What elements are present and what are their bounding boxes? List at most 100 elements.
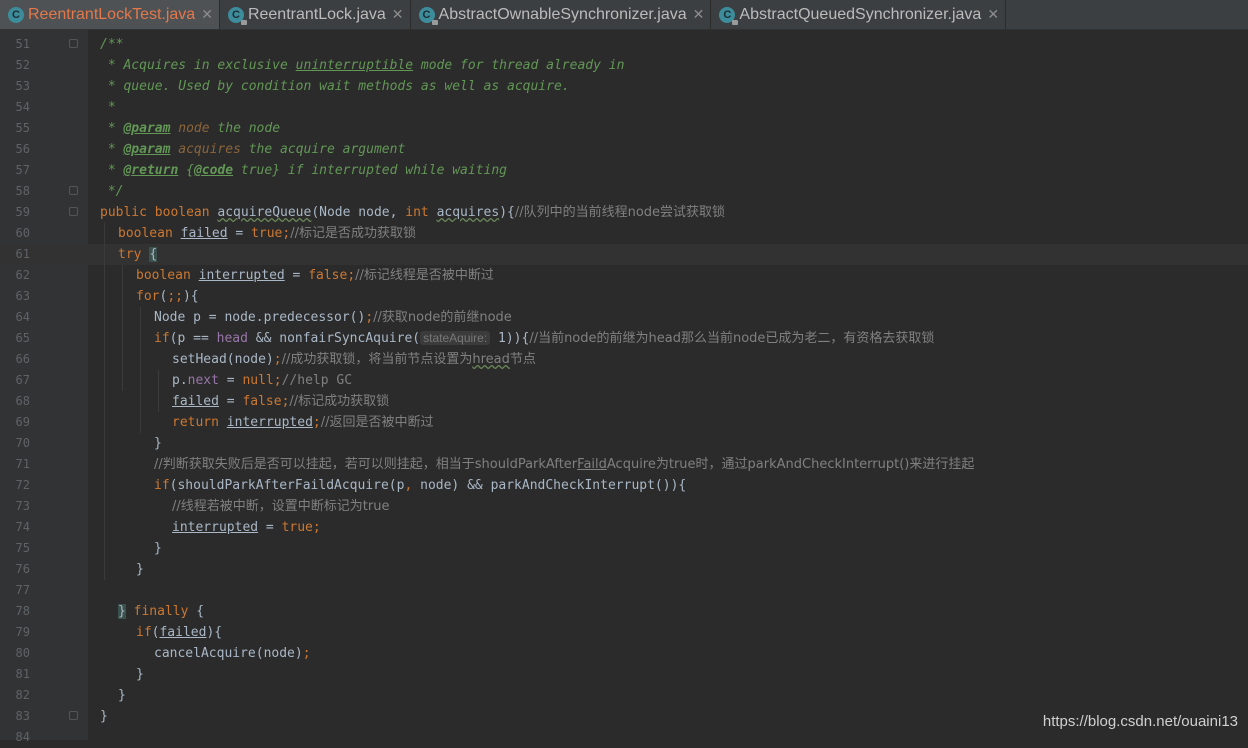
- editor-tab-bar: C ReentrantLockTest.java ✕ C ReentrantLock.j…: [0, 0, 1248, 30]
- tab-1[interactable]: C ReentrantLock.java ✕: [220, 0, 411, 29]
- code-token: //线程若被中断，设置中断标记为true: [172, 499, 390, 514]
- tab-0[interactable]: C ReentrantLockTest.java ✕: [0, 0, 220, 29]
- code-token: {: [149, 247, 158, 262]
- line-number: 75: [15, 541, 30, 555]
- line-number: 67: [15, 373, 30, 387]
- class-icon: C: [227, 6, 247, 25]
- code-line[interactable]: 63 for(;;){: [0, 286, 1248, 307]
- code-token: return: [172, 415, 227, 430]
- code-text: * @return {@code true} if interrupted wh…: [100, 160, 507, 181]
- code-token: (Node node,: [311, 205, 406, 220]
- code-line[interactable]: 59 public boolean acquireQueue(Node node,…: [0, 202, 1248, 223]
- code-line[interactable]: 64 Node p = node.predecessor();//获取node的前…: [0, 307, 1248, 328]
- close-icon[interactable]: ✕: [392, 6, 404, 23]
- code-text: try {: [118, 244, 158, 265]
- code-text: boolean interrupted = false;//标记线程是否被中断过: [136, 265, 494, 286]
- code-line[interactable]: 52 * Acquires in exclusive uninterruptib…: [0, 55, 1248, 76]
- code-line[interactable]: 75}: [0, 538, 1248, 559]
- line-number: 66: [15, 352, 30, 366]
- code-text: //判断获取失败后是否可以挂起，若可以则挂起，相当于shouldParkAfte…: [154, 454, 974, 475]
- code-token: true} if interrupted while waiting: [233, 163, 508, 178]
- close-icon[interactable]: ✕: [987, 6, 999, 23]
- code-token: uninterruptible: [295, 58, 414, 73]
- code-token: (p ==: [169, 331, 217, 346]
- code-line[interactable]: 84: [0, 727, 1248, 748]
- lock-icon: [732, 19, 739, 25]
- code-token: //help GC: [281, 373, 353, 388]
- code-line[interactable]: 51 /**: [0, 34, 1248, 55]
- code-line[interactable]: 80 cancelAcquire(node);: [0, 643, 1248, 664]
- line-number: 71: [15, 457, 30, 471]
- code-token: @return: [123, 163, 179, 178]
- line-number: 57: [15, 163, 30, 177]
- code-line[interactable]: 65 if(p == head && nonfairSyncAquire(stat…: [0, 328, 1248, 349]
- code-token: p.: [172, 373, 188, 388]
- code-token: true;: [281, 520, 321, 535]
- code-token: interrupted: [172, 520, 259, 535]
- code-line[interactable]: 73 //线程若被中断，设置中断标记为true: [0, 496, 1248, 517]
- code-token: }: [136, 667, 144, 682]
- class-icon: C: [8, 6, 24, 23]
- code-token: =: [284, 268, 309, 283]
- code-line[interactable]: 82}: [0, 685, 1248, 706]
- code-line[interactable]: 54 *: [0, 97, 1248, 118]
- fold-icon[interactable]: [69, 186, 78, 195]
- code-line[interactable]: 56 * @param acquires the acquire argumen…: [0, 139, 1248, 160]
- code-line[interactable]: 78} finally {: [0, 601, 1248, 622]
- line-number: 82: [15, 688, 30, 702]
- fold-icon[interactable]: [69, 207, 78, 216]
- code-token: if: [154, 478, 170, 493]
- code-line[interactable]: 55 * @param node the node: [0, 118, 1248, 139]
- code-line[interactable]: 76}: [0, 559, 1248, 580]
- code-token: {: [214, 625, 223, 640]
- code-token: *: [100, 163, 124, 178]
- code-line[interactable]: 61 try {: [0, 244, 1248, 265]
- tab-3[interactable]: C AbstractQueuedSynchronizer.java ✕: [711, 0, 1007, 29]
- code-line[interactable]: 69 return interrupted;//返回是否被中断过: [0, 412, 1248, 433]
- code-token: //当前node的前继为head那么当前node已成为老二，有资格去获取锁: [529, 331, 935, 346]
- tab-label: AbstractOwnableSynchronizer.java: [438, 5, 687, 23]
- code-token: failed: [172, 394, 219, 409]
- code-token: =: [218, 373, 243, 388]
- close-icon[interactable]: ✕: [693, 6, 705, 23]
- code-line[interactable]: 66 setHead(node);//成功获取锁，将当前节点设置为hread节点: [0, 349, 1248, 370]
- line-number: 69: [15, 415, 30, 429]
- code-line[interactable]: 60 boolean failed = true;//标记是否成功获取锁: [0, 223, 1248, 244]
- fold-icon[interactable]: [69, 39, 78, 48]
- code-line[interactable]: 79 if(failed){: [0, 622, 1248, 643]
- code-line[interactable]: 74 interrupted = true;: [0, 517, 1248, 538]
- code-token: ){: [499, 205, 515, 220]
- code-token: acquires: [436, 205, 500, 220]
- code-line[interactable]: 81}: [0, 664, 1248, 685]
- code-token: interrupted: [198, 268, 285, 283]
- close-icon[interactable]: ✕: [201, 6, 213, 23]
- code-line[interactable]: 58 */: [0, 181, 1248, 202]
- code-token: true;: [251, 226, 291, 241]
- line-number: 72: [15, 478, 30, 492]
- code-line[interactable]: 72 if(shouldParkAfterFaildAcquire(p, node…: [0, 475, 1248, 496]
- code-token: //判断获取失败后是否可以挂起，若可以则挂起，相当于shouldParkAfte…: [154, 457, 578, 472]
- code-line[interactable]: 67 p.next = null;//help GC: [0, 370, 1248, 391]
- code-token: Faild: [577, 457, 607, 472]
- fold-icon[interactable]: [69, 711, 78, 720]
- code-text: }: [136, 664, 144, 685]
- code-line[interactable]: 57 * @return {@code true} if interrupted…: [0, 160, 1248, 181]
- line-number: 64: [15, 310, 30, 324]
- code-line[interactable]: 68 failed = false;//标记成功获取锁: [0, 391, 1248, 412]
- code-text: failed = false;//标记成功获取锁: [172, 391, 389, 412]
- code-token: 节点: [509, 352, 536, 367]
- code-token: 1)){: [490, 331, 530, 346]
- code-line[interactable]: 62 boolean interrupted = false;//标记线程是否被中…: [0, 265, 1248, 286]
- tab-2[interactable]: C AbstractOwnableSynchronizer.java ✕: [411, 0, 712, 29]
- code-token: ,: [404, 478, 421, 493]
- line-number: 73: [15, 499, 30, 513]
- line-number: 81: [15, 667, 30, 681]
- code-line[interactable]: 77: [0, 580, 1248, 601]
- code-token: }: [136, 562, 144, 577]
- code-line[interactable]: 53 * queue. Used by condition wait metho…: [0, 76, 1248, 97]
- code-line[interactable]: 70}: [0, 433, 1248, 454]
- indent-guide: [122, 265, 123, 391]
- code-token: try: [118, 247, 150, 262]
- code-line[interactable]: 71 //判断获取失败后是否可以挂起，若可以则挂起，相当于shouldParkAf…: [0, 454, 1248, 475]
- line-number: 56: [15, 142, 30, 156]
